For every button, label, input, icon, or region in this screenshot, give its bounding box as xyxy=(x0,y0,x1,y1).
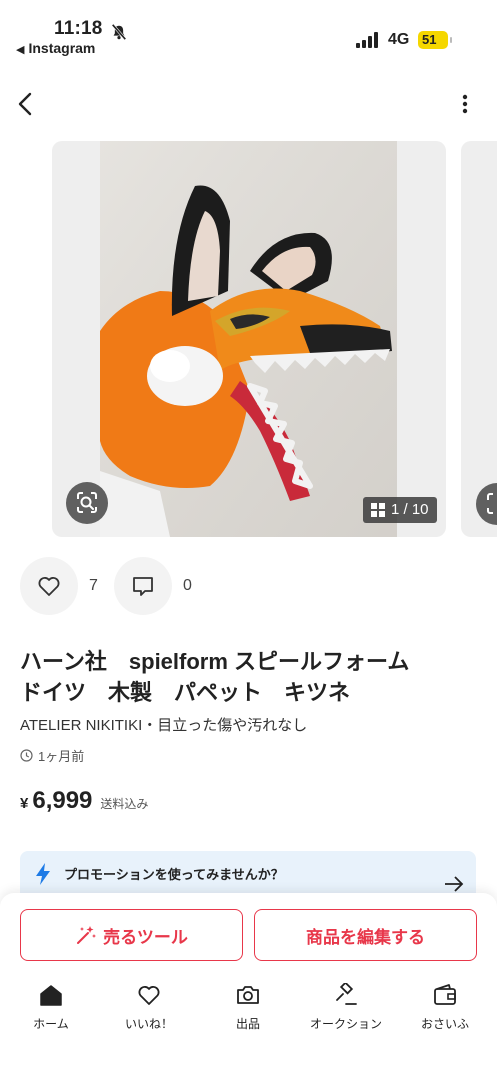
arrow-right-icon xyxy=(445,876,464,892)
lens-scan-icon xyxy=(77,492,97,513)
likes-count: 7 xyxy=(89,577,98,594)
back-triangle-icon: ◀ xyxy=(16,44,25,56)
bottom-action-panel: 売るツール 商品を編集する ホーム いいね！ 出品 オークション おさいふ xyxy=(0,893,497,1080)
sell-tool-label: 売るツール xyxy=(103,927,188,947)
sell-tool-button[interactable]: 売るツール xyxy=(20,909,243,961)
product-title: ハーン社 spielform スピールフォーム ドイツ 木製 パペット キツネ xyxy=(20,646,480,708)
tab-auction[interactable]: オークション xyxy=(301,981,391,1037)
heart-icon xyxy=(38,577,60,596)
grid-icon xyxy=(371,503,385,517)
posted-time-text: 1ヶ月前 xyxy=(38,749,85,764)
lightning-icon xyxy=(36,863,50,885)
edit-item-button[interactable]: 商品を編集する xyxy=(254,909,477,961)
comment-icon xyxy=(133,577,153,596)
price-currency: ¥ xyxy=(20,795,29,812)
tab-likes[interactable]: いいね！ xyxy=(104,981,194,1037)
status-time: 11:18 xyxy=(54,18,103,39)
product-image-slide[interactable]: 1 / 10 xyxy=(52,141,446,537)
comment-button[interactable] xyxy=(114,557,172,615)
battery-icon: 51 xyxy=(418,31,452,49)
tab-listing-label: 出品 xyxy=(235,1017,260,1031)
clock-icon xyxy=(20,749,33,762)
signal-icon xyxy=(356,32,378,48)
bottom-tab-bar: ホーム いいね！ 出品 オークション おさいふ xyxy=(0,981,497,1041)
image-counter: 1 / 10 xyxy=(363,497,437,523)
product-title-line1: ハーン社 spielform スピールフォーム xyxy=(20,649,410,674)
back-arrow-icon[interactable] xyxy=(14,90,38,118)
lens-scan-icon xyxy=(487,493,493,514)
home-icon xyxy=(40,985,62,1006)
tab-wallet-label: おさいふ xyxy=(420,1017,469,1031)
next-image-slide[interactable] xyxy=(461,141,497,537)
price: ¥ 6,999 送料込み xyxy=(20,787,148,815)
edit-item-label: 商品を編集する xyxy=(306,927,425,947)
battery-level: 51 xyxy=(422,32,437,47)
image-search-button[interactable] xyxy=(66,482,108,524)
next-image-search-button[interactable] xyxy=(476,483,497,525)
comments-count: 0 xyxy=(183,577,192,594)
status-bar: 11:18 ◀ Instagram 4G 51 xyxy=(0,0,497,64)
product-title-line2: ドイツ 木製 パペット キツネ xyxy=(20,680,351,705)
image-carousel[interactable]: 1 / 10 xyxy=(0,141,497,537)
product-photo xyxy=(100,141,397,537)
tab-home[interactable]: ホーム xyxy=(6,981,96,1037)
gavel-icon xyxy=(336,983,357,1005)
back-app-label: Instagram xyxy=(28,40,96,56)
shipping-included: 送料込み xyxy=(100,797,149,811)
tab-listing[interactable]: 出品 xyxy=(203,981,293,1037)
bell-muted-icon xyxy=(111,23,127,41)
camera-icon xyxy=(237,986,259,1004)
posted-time: 1ヶ月前 xyxy=(20,746,84,765)
product-brand-condition: ATELIER NIKITIKI・目立った傷や汚れなし xyxy=(20,717,308,734)
tab-home-label: ホーム xyxy=(33,1017,69,1031)
network-type: 4G xyxy=(388,31,410,48)
price-amount: 6,999 xyxy=(32,787,93,814)
tab-wallet[interactable]: おさいふ xyxy=(400,981,490,1037)
tab-auction-label: オークション xyxy=(309,1017,382,1031)
like-button[interactable] xyxy=(20,557,78,615)
magic-wand-icon xyxy=(77,926,97,944)
wallet-icon xyxy=(434,984,456,1005)
promotion-text: プロモーションを使ってみませんか？ xyxy=(64,867,284,882)
heart-icon xyxy=(138,986,160,1005)
image-counter-text: 1 / 10 xyxy=(391,501,429,518)
tab-likes-label: いいね！ xyxy=(124,1017,173,1031)
more-options-icon[interactable] xyxy=(456,92,474,116)
back-to-app-link[interactable]: ◀ Instagram xyxy=(16,40,95,56)
